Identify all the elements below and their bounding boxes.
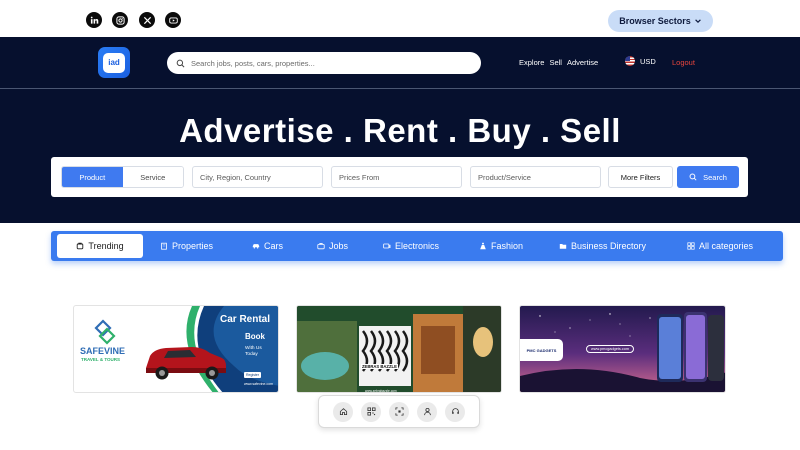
category-label: Fashion — [491, 241, 524, 251]
category-label: Cars — [264, 241, 284, 251]
category-business-directory[interactable]: Business Directory — [559, 231, 646, 261]
linkedin-icon[interactable] — [86, 12, 102, 28]
category-cars[interactable]: Cars — [252, 231, 283, 261]
currency-label: USD — [640, 56, 656, 66]
browser-sectors-label: Browser Sectors — [619, 16, 691, 26]
hero-section: iad Explore Sell Advertise USD Logout Ad… — [0, 37, 800, 223]
product-service-toggle: Product Service — [61, 166, 184, 188]
tab-product[interactable]: Product — [62, 167, 123, 187]
profile-button[interactable] — [417, 401, 437, 422]
location-field[interactable] — [192, 166, 323, 188]
top-strip: Browser Sectors — [0, 0, 800, 37]
building-icon — [161, 242, 167, 250]
search-filter-panel: Product Service More Filters Search — [51, 157, 748, 197]
zebras-bazzle-url: www.zebrabazzle.com — [365, 389, 397, 393]
support-button[interactable] — [445, 401, 465, 422]
register-button: Register — [244, 372, 262, 378]
category-label: Trending — [88, 241, 124, 251]
briefcase-icon — [317, 243, 325, 250]
tab-service[interactable]: Service — [122, 167, 183, 187]
category-jobs[interactable]: Jobs — [317, 231, 348, 261]
nav-explore-link[interactable]: Explore — [519, 58, 544, 67]
user-icon — [423, 407, 431, 416]
electronics-icon — [383, 243, 391, 249]
fashion-icon — [480, 242, 486, 250]
book-label: Book — [245, 332, 265, 341]
category-label: Business Directory — [571, 241, 647, 251]
category-electronics[interactable]: Electronics — [383, 231, 439, 261]
trending-icon — [77, 242, 84, 250]
category-fashion[interactable]: Fashion — [479, 231, 523, 261]
category-all[interactable]: All categories — [687, 231, 753, 261]
bottom-dock — [318, 395, 480, 428]
us-flag-icon — [625, 56, 635, 66]
location-input[interactable] — [200, 172, 322, 182]
folder-icon — [559, 244, 567, 249]
search-icon — [176, 59, 185, 67]
product-service-field[interactable] — [470, 166, 601, 188]
browser-sectors-button[interactable]: Browser Sectors — [608, 10, 713, 32]
header-nav: Explore Sell Advertise — [519, 58, 598, 67]
price-input[interactable] — [339, 172, 461, 182]
x-icon[interactable] — [139, 12, 155, 28]
pmc-gadgets-brand: PMC GADGETS — [526, 347, 557, 353]
zebras-bazzle-ad-art — [297, 306, 501, 392]
zebras-bazzle-caption: ZEBRAS BAZZLE — [361, 364, 398, 369]
search-icon — [689, 173, 697, 181]
category-label: Jobs — [329, 241, 349, 251]
price-field[interactable] — [331, 166, 462, 188]
safevine-brand: SAFEVINE — [80, 346, 126, 356]
global-search-bar[interactable] — [167, 52, 481, 74]
ad-banner-zebras-bazzle[interactable]: ZEBRAS BAZZLE www.zebrabazzle.com — [296, 305, 502, 393]
site-logo[interactable]: iad — [98, 47, 130, 78]
pmc-gadgets-url: www.pmcgadgets.com — [586, 345, 634, 353]
youtube-icon[interactable] — [165, 12, 181, 28]
nav-advertise-link[interactable]: Advertise — [567, 58, 598, 67]
category-label: All categories — [699, 241, 754, 251]
hero-headline: Advertise . Rent . Buy . Sell — [179, 112, 621, 149]
pmc-gadgets-logo: PMC GADGETS — [520, 339, 563, 361]
currency-selector[interactable]: USD — [625, 56, 656, 66]
grid-icon — [687, 242, 695, 250]
support-icon — [451, 408, 459, 414]
ad-banner-safevine[interactable]: SAFEVINE TRAVEL & TOURS Car Rental Book … — [73, 305, 279, 393]
product-service-input[interactable] — [478, 172, 600, 182]
qr-code-button[interactable] — [361, 401, 381, 422]
logout-link[interactable]: Logout — [672, 58, 695, 67]
home-button[interactable] — [333, 401, 353, 422]
category-trending[interactable]: Trending — [57, 234, 143, 258]
safevine-brand-sub: TRAVEL & TOURS — [81, 357, 121, 362]
header-divider — [0, 88, 800, 89]
instagram-icon[interactable] — [112, 12, 128, 28]
category-label: Electronics — [395, 241, 440, 251]
global-search-input[interactable] — [191, 58, 461, 68]
scan-icon — [394, 407, 404, 416]
safevine-url: www.safevine.com — [244, 382, 273, 386]
with-us-today: With Us Today — [245, 346, 262, 357]
ad-banner-pmc-gadgets[interactable]: PMC GADGETS www.pmcgadgets.com — [519, 305, 726, 393]
home-icon — [339, 408, 347, 416]
chevron-down-icon — [694, 19, 701, 24]
car-icon — [252, 244, 260, 249]
qr-code-icon — [366, 407, 376, 416]
scan-button[interactable] — [389, 401, 409, 422]
car-rental-title: Car Rental — [220, 314, 271, 325]
category-label: Properties — [172, 241, 214, 251]
category-bar: Trending Properties Cars Jobs Electronic… — [51, 231, 783, 261]
logo-text: iad — [103, 52, 125, 73]
nav-sell-link[interactable]: Sell — [549, 58, 562, 67]
search-button[interactable]: Search — [677, 166, 739, 188]
search-button-label: Search — [703, 172, 727, 182]
more-filters-button[interactable]: More Filters — [608, 166, 673, 188]
category-properties[interactable]: Properties — [160, 231, 213, 261]
